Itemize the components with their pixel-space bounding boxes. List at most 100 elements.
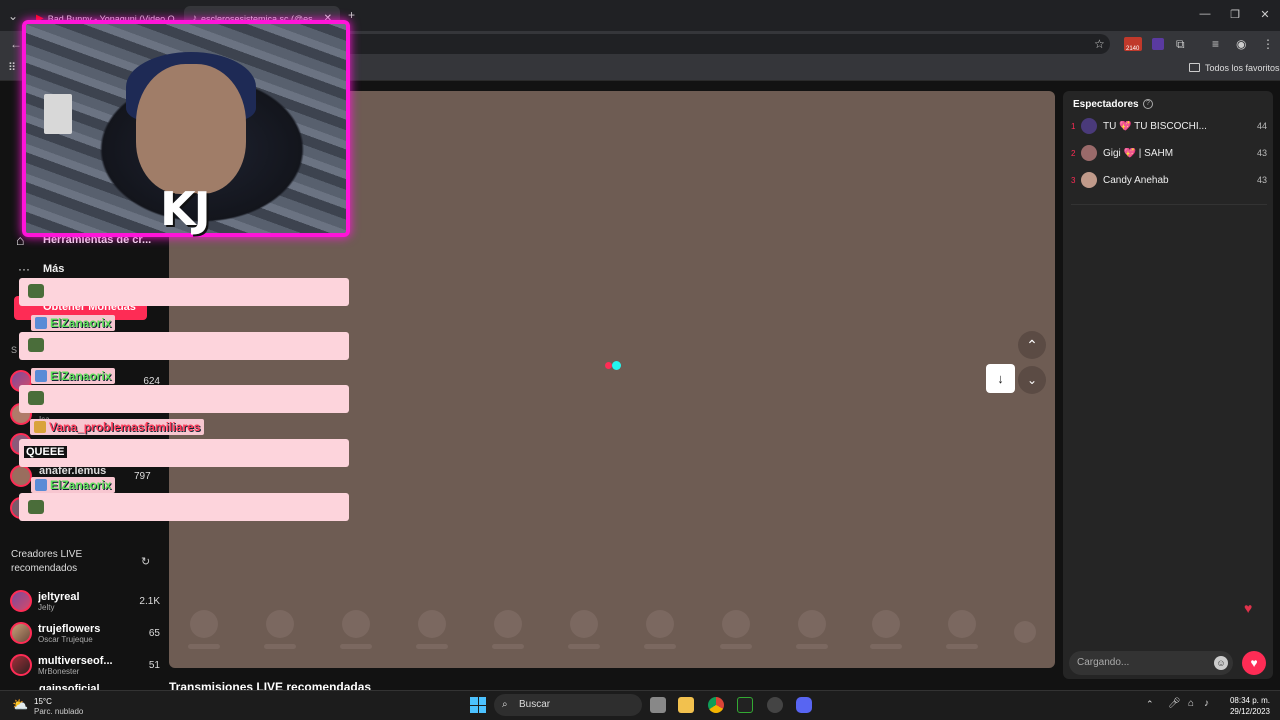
minimize-icon[interactable]: — — [1190, 8, 1220, 20]
help-icon[interactable]: ? — [1143, 99, 1153, 109]
download-button[interactable]: ↓ — [986, 364, 1015, 393]
bookmark-star-icon[interactable]: ☆ — [1094, 37, 1105, 51]
gift-placeholder — [342, 610, 370, 638]
creator-name: jeltyreal — [38, 590, 80, 603]
emote-icon — [28, 391, 44, 405]
next-live-button[interactable]: ⌄ — [1018, 366, 1046, 394]
emote-icon — [28, 338, 44, 352]
menu-icon[interactable]: ⋮ — [1262, 37, 1274, 51]
like-button[interactable]: ♥ — [1242, 651, 1266, 675]
profile-icon[interactable]: ◉ — [1236, 37, 1246, 51]
all-bookmarks-link[interactable]: Todos los favoritos — [1205, 63, 1280, 73]
emote-icon — [28, 284, 44, 298]
gift-placeholder-label — [720, 644, 752, 649]
chat-username-text: ElZanaorix — [50, 316, 112, 330]
gift-placeholder — [798, 610, 826, 638]
file-explorer-icon[interactable] — [678, 697, 694, 713]
chat-username: ElZanaorix — [31, 477, 116, 493]
viewer-count: 51 — [148, 659, 160, 671]
network-icon[interactable]: ⌂ — [1188, 698, 1194, 709]
viewer-rank: 1 — [1071, 121, 1076, 131]
new-tab-icon[interactable]: + — [348, 8, 355, 22]
tray-chevron-icon[interactable]: ⌃ — [1146, 699, 1154, 710]
puzzle-icon[interactable]: ⧉ — [1176, 37, 1185, 52]
chat-message-text: QUEEE — [24, 446, 67, 458]
viewer-score: 44 — [1256, 121, 1267, 131]
creator-sub: Oscar Trujeque — [38, 634, 93, 644]
terminal-icon[interactable] — [737, 697, 753, 713]
weather-desc[interactable]: Parc. nublado — [34, 707, 83, 716]
viewer-rank: 2 — [1071, 148, 1076, 158]
emote-icon — [28, 500, 44, 514]
viewer-count: 2.1K — [139, 595, 160, 607]
gift-placeholder — [948, 610, 976, 638]
comment-input[interactable]: Cargando... — [1069, 651, 1233, 675]
recommended-creator-row[interactable]: multiverseof... MrBonester 51 — [10, 650, 160, 680]
volume-icon[interactable]: ♪ — [1204, 698, 1209, 709]
taskbar-search[interactable]: Buscar — [494, 694, 642, 716]
weather-icon: ⛅ — [12, 697, 29, 712]
chat-username: Vana_problemasfamiliares — [30, 419, 205, 435]
chat-username: ElZanaorix — [31, 368, 116, 384]
chat-message-bar — [19, 385, 349, 413]
viewer-row[interactable]: 1 TU 💖 TU BISCOCHI... 44 — [1071, 116, 1267, 136]
viewer-count: 797 — [134, 471, 151, 482]
avatar[interactable] — [10, 465, 32, 487]
gift-placeholder-label — [416, 644, 448, 649]
maximize-icon[interactable]: ❐ — [1220, 8, 1250, 21]
gift-placeholder-label — [644, 644, 676, 649]
media-control-icon[interactable]: ≡ — [1212, 37, 1219, 51]
section-label: S — [11, 345, 18, 355]
recommended-creators-title: Creadores LIVE recomendados — [11, 549, 83, 574]
clock-date[interactable]: 29/12/2023 — [1222, 707, 1270, 716]
app-icon[interactable] — [767, 697, 783, 713]
recommended-creator-row[interactable]: jeltyreal Jelty 2.1K — [10, 586, 160, 616]
viewer-name: Candy Anehab — [1103, 174, 1169, 186]
gift-placeholder — [190, 610, 218, 638]
creator-sub: Jelty — [38, 602, 55, 612]
mic-icon[interactable]: 🎤︎ — [1168, 698, 1181, 709]
gift-placeholder — [570, 610, 598, 638]
clock-time[interactable]: 08:34 p. m. — [1226, 696, 1270, 705]
chat-username-text: ElZanaorix — [50, 478, 112, 492]
floating-heart-icon: ♥ — [1244, 600, 1253, 616]
close-window-icon[interactable]: ✕ — [1250, 8, 1280, 21]
gift-placeholder-label — [492, 644, 524, 649]
viewer-row[interactable]: 3 Candy Anehab 43 — [1071, 170, 1267, 190]
viewer-avatar — [1081, 172, 1097, 188]
streamer-tag: KJ — [160, 182, 211, 236]
creator-name[interactable]: gainsoficial — [39, 683, 100, 690]
creator-sub: MrBonester — [38, 666, 80, 676]
streamer-face — [136, 64, 246, 194]
viewer-avatar — [1081, 118, 1097, 134]
recommended-creator-row[interactable]: trujeflowers Oscar Trujeque 65 — [10, 618, 160, 648]
task-view-icon[interactable] — [650, 697, 666, 713]
gift-placeholder-label — [568, 644, 600, 649]
tab-search-icon[interactable]: ⌄ — [8, 9, 18, 23]
apps-icon[interactable]: ⠿ — [8, 61, 16, 74]
more-link[interactable]: Más — [43, 263, 64, 275]
search-icon: ⌕ — [502, 699, 508, 710]
badge-icon — [34, 421, 46, 433]
emoji-icon[interactable]: ☺ — [1214, 656, 1228, 670]
weather-temp[interactable]: 15°C — [34, 697, 52, 706]
chrome-icon[interactable] — [708, 697, 724, 713]
start-icon[interactable] — [470, 697, 486, 713]
refresh-icon[interactable]: ↻ — [141, 555, 150, 568]
viewer-score: 43 — [1256, 175, 1267, 185]
loading-dot-cyan — [612, 361, 621, 370]
gift-placeholder — [1014, 621, 1036, 643]
previous-live-button[interactable]: ⌃ — [1018, 331, 1046, 359]
viewer-score: 43 — [1256, 148, 1267, 158]
divider — [1071, 204, 1267, 205]
discord-icon[interactable] — [796, 697, 812, 713]
more-icon: ··· — [18, 262, 30, 276]
gift-placeholder — [722, 610, 750, 638]
wall-outlet — [44, 94, 72, 134]
viewer-row[interactable]: 2 Gigi 💖 | SAHM 43 — [1071, 143, 1267, 163]
creator-name: multiverseof... — [38, 654, 113, 667]
twitch-extension-icon[interactable] — [1152, 38, 1164, 50]
gift-placeholder-label — [264, 644, 296, 649]
avatar — [10, 622, 32, 644]
back-icon[interactable]: ← — [10, 37, 22, 51]
